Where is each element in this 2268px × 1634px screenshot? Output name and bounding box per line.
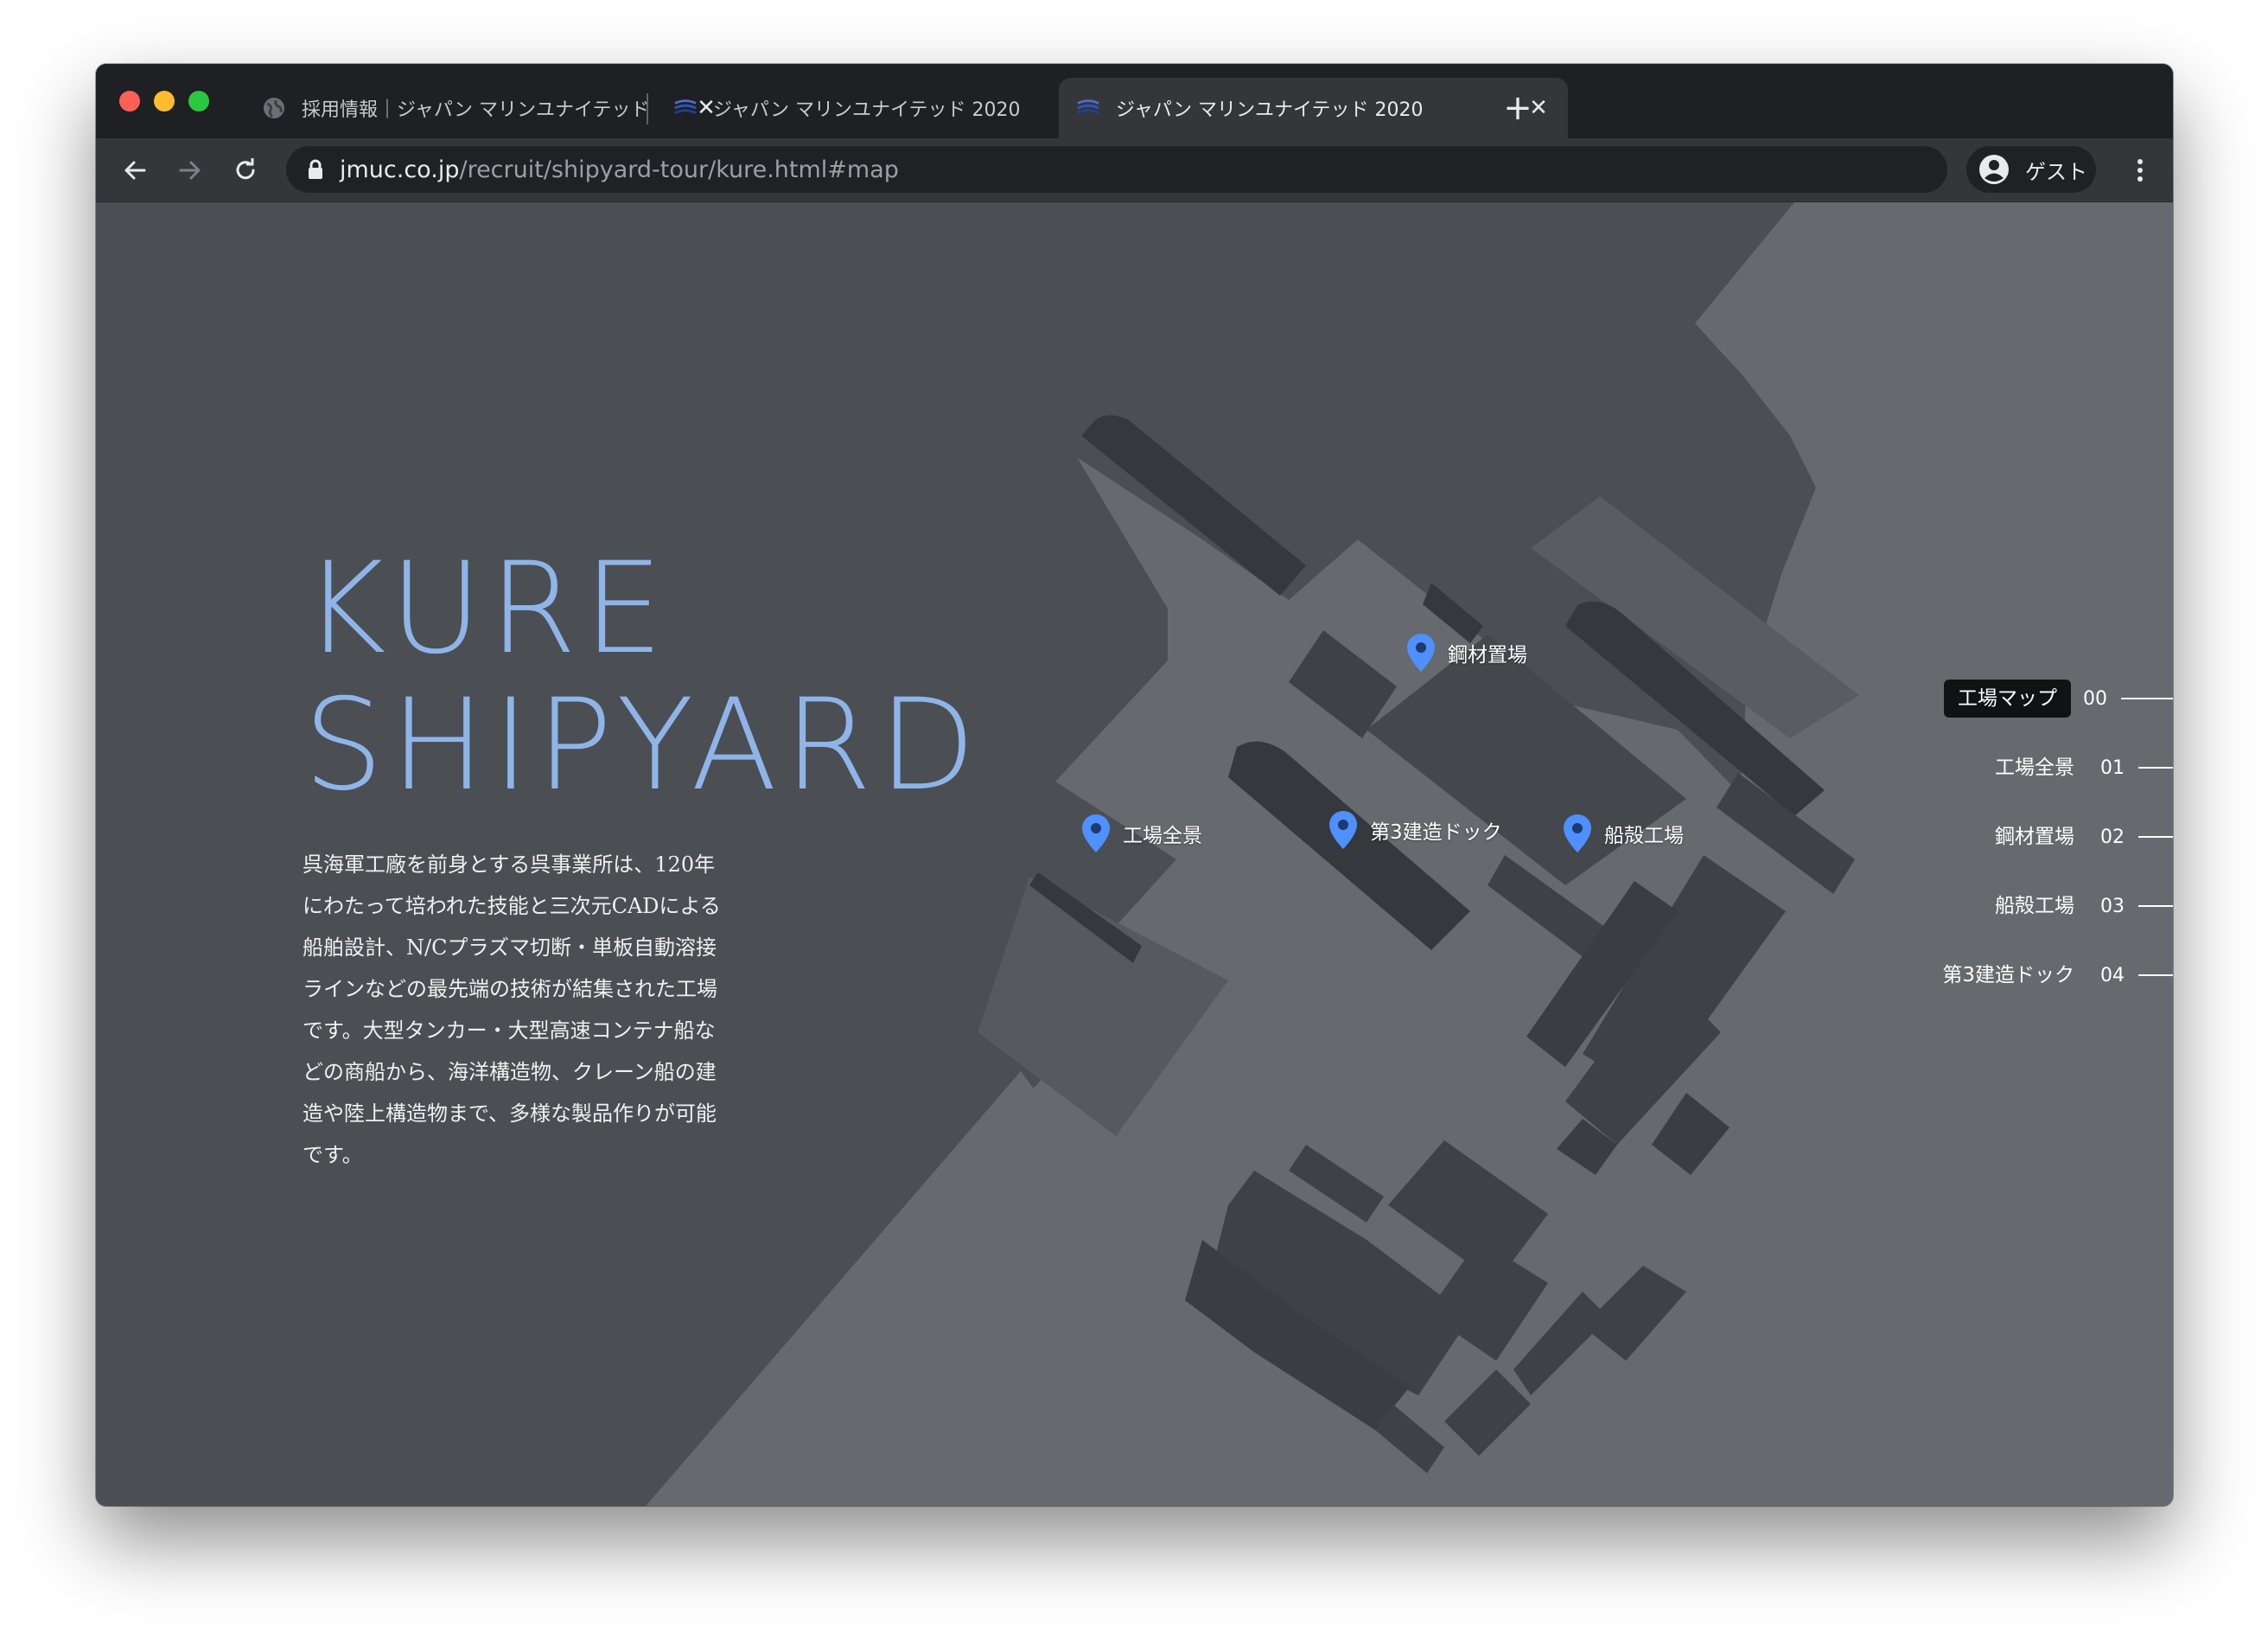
pin-label: 第3建造ドック [1370, 821, 1502, 844]
url-text: jmuc.co.jp/recruit/shipyard-tour/kure.ht… [340, 156, 899, 183]
tab-title: ジャパン マリンユナイテッド 2020 [1116, 99, 1424, 121]
avatar-icon [1979, 155, 2009, 184]
hero-title-line1: KURE [303, 535, 671, 682]
url-host: jmuc.co.jp [340, 156, 460, 183]
maximize-window-button[interactable] [188, 91, 209, 112]
profile-button[interactable]: ゲスト [1966, 146, 2096, 193]
jmu-logo-icon [673, 96, 698, 120]
nav-number: 01 [2100, 756, 2125, 779]
map-pin-hull-factory[interactable]: 船殻工場 [1563, 814, 1684, 853]
location-pin-icon [1407, 634, 1435, 672]
browser-window: 採用情報｜ジャパン マリンユナイテッド ✕ ジャパン マリンユナイテッド 202… [96, 64, 2173, 1506]
location-pin-icon [1329, 811, 1357, 849]
browser-menu-button[interactable] [2118, 149, 2162, 192]
pin-label: 船殻工場 [1604, 825, 1684, 847]
nav-line [2138, 767, 2173, 769]
nav-number: 00 [2083, 687, 2107, 710]
tab-strip: 採用情報｜ジャパン マリンユナイテッド ✕ ジャパン マリンユナイテッド 202… [96, 64, 2173, 138]
tab-jmu-2020-active[interactable]: ジャパン マリンユナイテッド 2020 ✕ [1059, 78, 1568, 138]
pin-label: 鋼材置場 [1448, 644, 1527, 667]
side-nav-item-dock-3[interactable]: 第3建造ドック 04 [1928, 956, 2173, 994]
back-button[interactable] [113, 149, 156, 192]
location-pin-icon [1564, 814, 1591, 852]
hero-title-line2: SHIPYARD [303, 672, 983, 819]
forward-button[interactable] [169, 149, 212, 192]
nav-line [2121, 698, 2173, 699]
nav-label: 鋼材置場 [1995, 826, 2074, 848]
page-content: KURE SHIPYARD 呉海軍工廠を前身とする呉事業所は、120年にわたって… [96, 202, 2173, 1506]
address-bar[interactable]: jmuc.co.jp/recruit/shipyard-tour/kure.ht… [286, 146, 1947, 193]
side-nav-item-hull-factory[interactable]: 船殻工場 03 [1981, 887, 2173, 925]
pin-label: 工場全景 [1123, 825, 1202, 847]
side-nav-item-steel-yard[interactable]: 鋼材置場 02 [1981, 818, 2173, 856]
side-nav-item-map[interactable]: 工場マップ 00 [1944, 680, 2173, 718]
nav-label: 工場全景 [1995, 756, 2074, 779]
nav-number: 03 [2100, 895, 2125, 917]
map-pin-dock-3[interactable]: 第3建造ドック [1328, 810, 1502, 850]
reload-button[interactable] [224, 149, 267, 192]
url-path: /recruit/shipyard-tour/kure.html#map [459, 156, 899, 183]
tab-title: 採用情報｜ジャパン マリンユナイテッド [302, 99, 650, 121]
nav-label: 船殻工場 [1995, 895, 2074, 917]
arrow-left-icon [124, 161, 146, 180]
globe-icon [262, 96, 286, 120]
tab-separator [647, 93, 648, 124]
nav-line [2138, 974, 2173, 976]
map-pin-steel-yard[interactable]: 鋼材置場 [1406, 633, 1527, 673]
map-pin-factory-overview[interactable]: 工場全景 [1081, 814, 1202, 853]
reload-icon [236, 158, 255, 180]
new-tab-button[interactable]: + [1496, 86, 1539, 130]
arrow-right-icon [179, 161, 201, 180]
nav-label: 第3建造ドック [1942, 964, 2074, 986]
jmu-logo-icon [1076, 96, 1100, 120]
close-window-button[interactable] [119, 91, 140, 112]
lock-icon [303, 157, 328, 182]
browser-toolbar: jmuc.co.jp/recruit/shipyard-tour/kure.ht… [96, 138, 2173, 202]
nav-number: 04 [2100, 964, 2125, 986]
shipyard-description: 呉海軍工廠を前身とする呉事業所は、120年にわたって培われた技能と三次元CADに… [303, 852, 721, 1167]
profile-name: ゲスト [2025, 159, 2087, 184]
tab-title: ジャパン マリンユナイテッド 2020 [713, 99, 1021, 121]
nav-number: 02 [2100, 826, 2125, 848]
side-nav-item-overview[interactable]: 工場全景 01 [1981, 749, 2173, 787]
nav-line [2138, 836, 2173, 838]
nav-line [2138, 905, 2173, 907]
kebab-menu-icon [2137, 159, 2143, 182]
minimize-window-button[interactable] [154, 91, 175, 112]
nav-label: 工場マップ [1944, 680, 2071, 718]
location-pin-icon [1082, 814, 1110, 852]
